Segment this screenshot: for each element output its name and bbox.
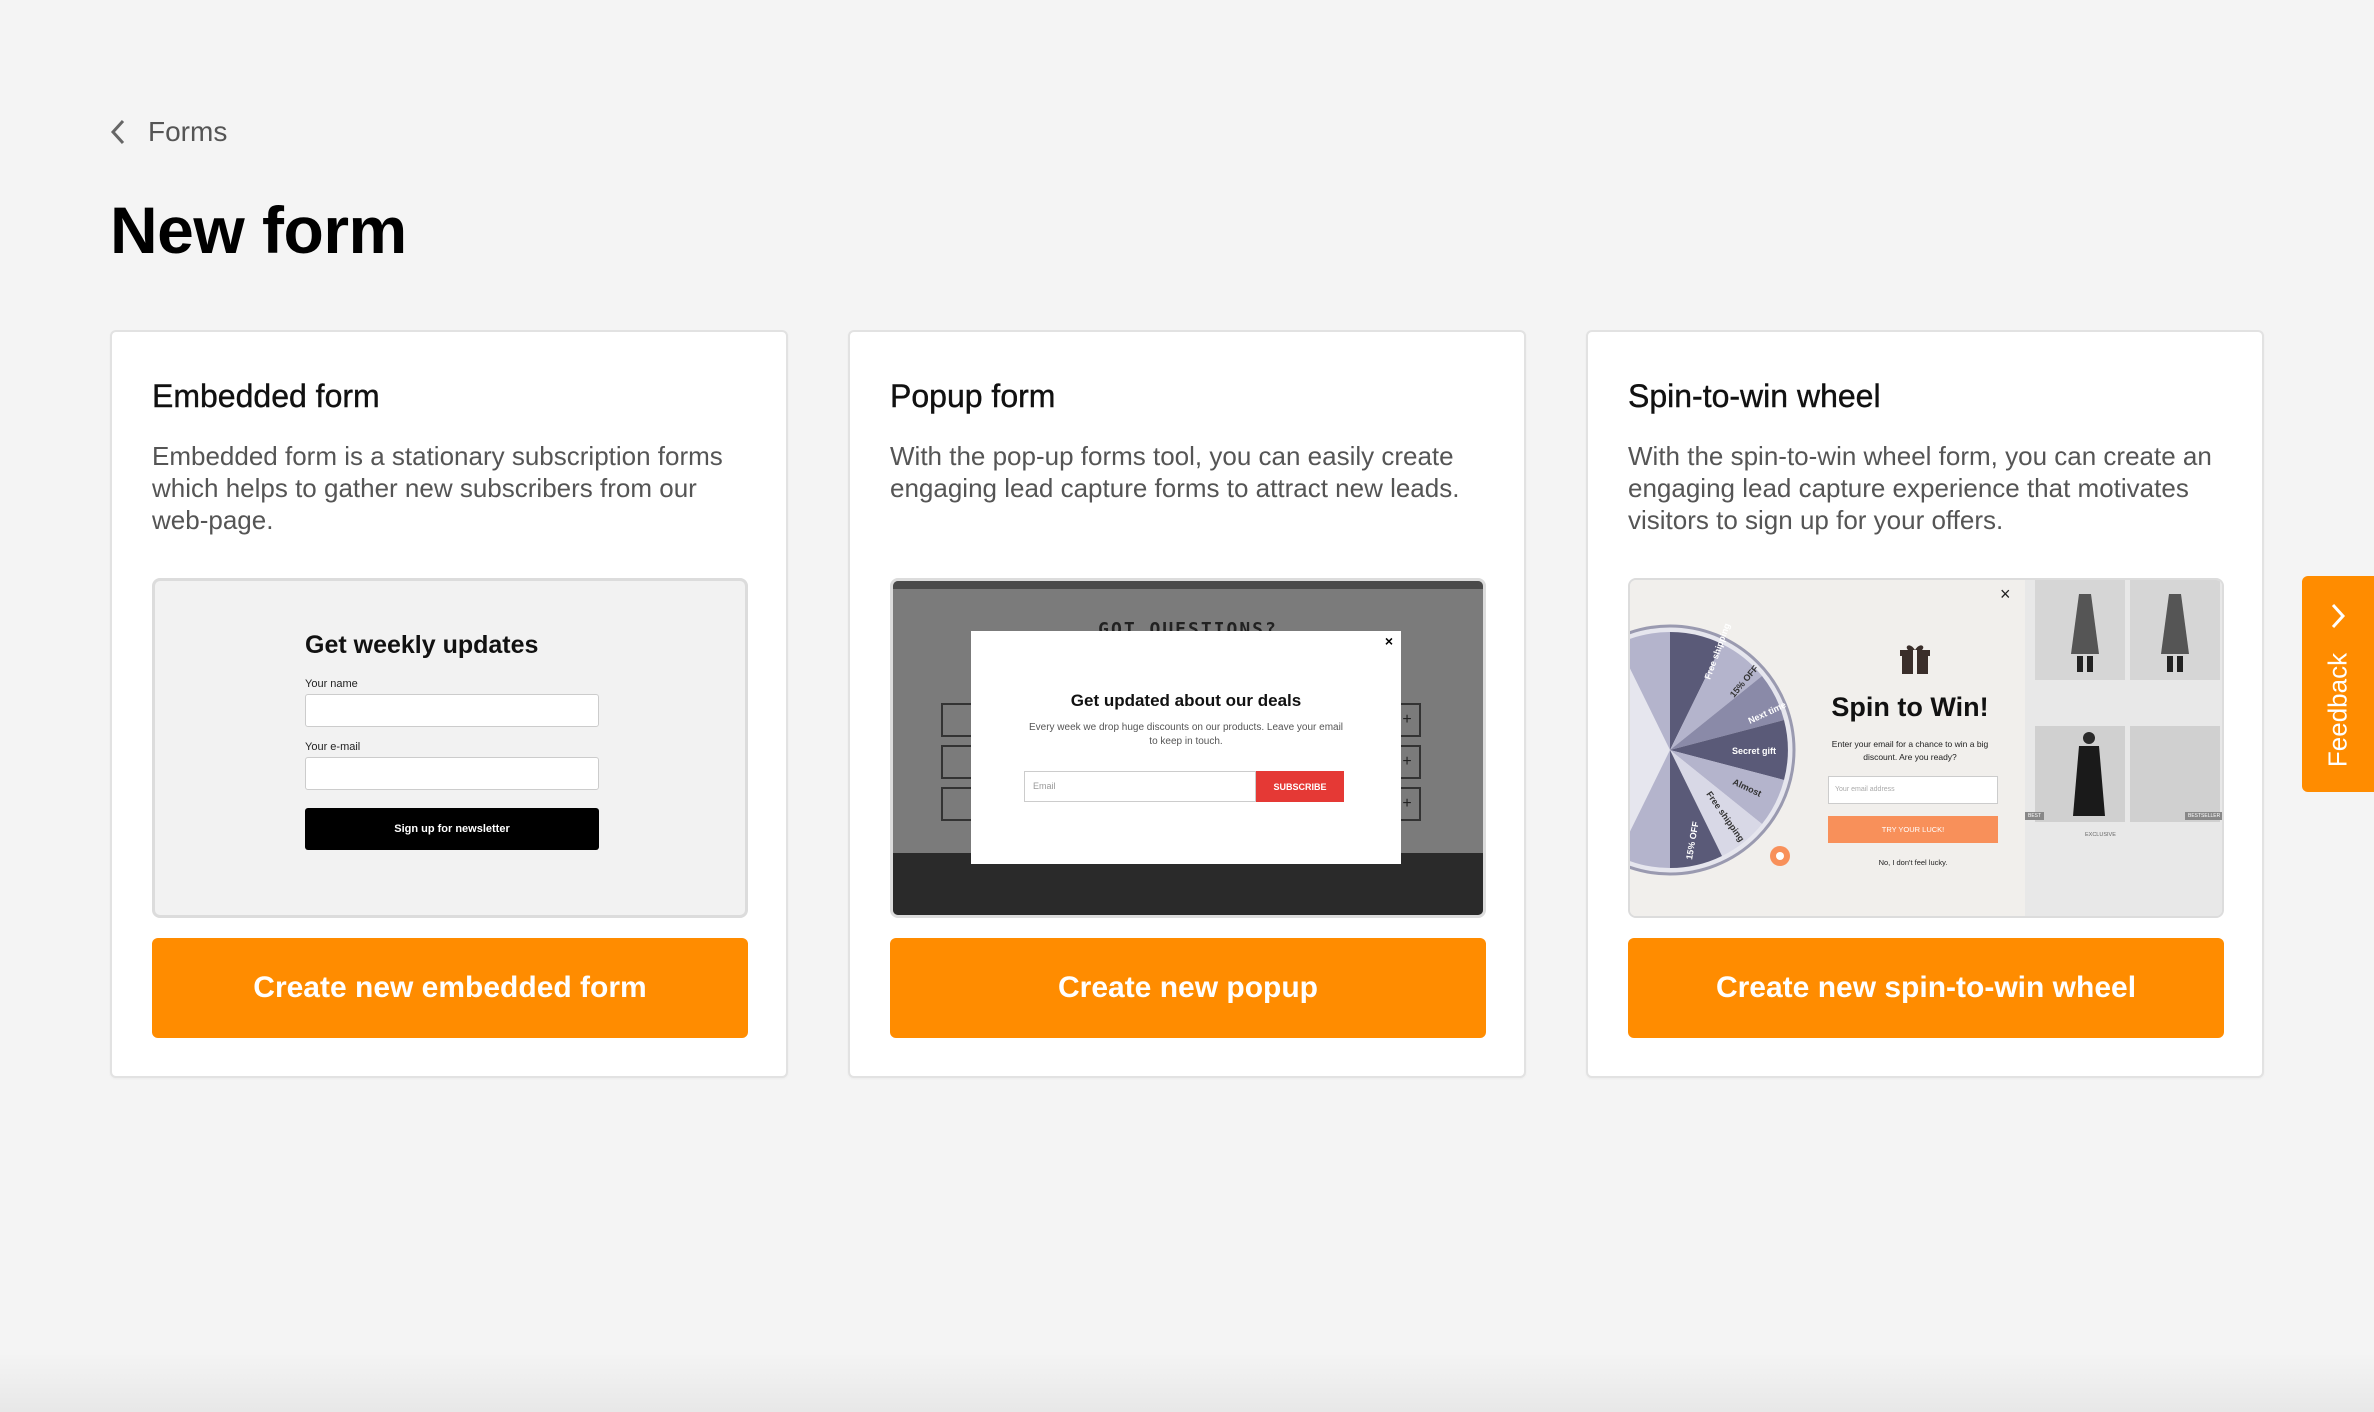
preview-email-input [305,757,599,790]
create-popup-button[interactable]: Create new popup [890,938,1486,1038]
bottom-shadow [0,1352,2374,1412]
preview-heading: Spin to Win! [1831,692,1989,722]
wheel-segment-label: Secret gift [1732,746,1776,756]
breadcrumb[interactable]: Forms [108,116,227,148]
close-icon: × [1384,633,1393,649]
card-title: Spin-to-win wheel [1628,378,1881,414]
product-grid-preview: BEST BESTSELLER EXCLUSIVE [2025,580,2222,916]
preview-description: Every week we drop huge discounts on our… [1028,722,1344,747]
create-spin-wheel-button[interactable]: Create new spin-to-win wheel [1628,938,2224,1038]
card-title: Popup form [890,378,1056,414]
preview-decline-link: No, I don't feel lucky. [1878,858,1948,867]
product-caption: EXCLUSIVE [2085,832,2116,838]
preview-description: Enter your email for a chance to win a b… [1831,739,1989,762]
card-description: With the spin-to-win wheel form, you can… [1628,441,2212,535]
preview-popup-modal: × Get updated about our deals Every week… [971,631,1401,864]
preview-subscribe-button: SUBSCRIBE [1256,771,1344,802]
preview-email-input: Your email address [1828,776,1998,804]
card-spin-to-win: Spin-to-win wheel With the spin-to-win w… [1586,330,2264,1078]
card-embedded-form: Embedded form Embedded form is a station… [110,330,788,1078]
card-title: Embedded form [152,378,380,414]
card-description: With the pop-up forms tool, you can easi… [890,441,1460,503]
popup-form-preview: GOT QUESTIONS? + + + × Get updated about… [890,578,1486,918]
close-icon: × [2000,584,2011,604]
chevron-right-icon [2331,603,2346,629]
breadcrumb-label: Forms [148,116,228,147]
embedded-form-preview: Get weekly updates Your name Your e-mail… [152,578,748,918]
product-tag: BEST [2025,812,2045,820]
feedback-tab[interactable]: Feedback [2302,576,2374,792]
gift-icon [1900,645,1930,674]
preview-email-input: Email [1024,771,1256,802]
create-embedded-form-button[interactable]: Create new embedded form [152,938,748,1038]
preview-name-input [305,694,599,727]
card-popup-form: Popup form With the pop-up forms tool, y… [848,330,1526,1078]
preview-heading: Get updated about our deals [1070,691,1302,710]
preview-try-luck-button: TRY YOUR LUCK! [1828,816,1998,843]
feedback-label: Feedback [2322,652,2353,768]
product-tag: BESTSELLER [2185,812,2222,820]
preview-email-label: Your e-mail [305,741,361,753]
chevron-left-icon [110,119,125,145]
page-title: New form [110,193,407,267]
spin-wheel-graphic: Free shipping 15% OFF Next time Secret g… [1630,622,1796,876]
preview-name-label: Your name [305,678,358,690]
preview-signup-button: Sign up for newsletter [305,808,599,850]
card-description: Embedded form is a stationary subscripti… [152,441,723,535]
preview-heading: Get weekly updates [305,631,539,659]
spin-wheel-preview: Free shipping 15% OFF Next time Secret g… [1628,578,2224,918]
